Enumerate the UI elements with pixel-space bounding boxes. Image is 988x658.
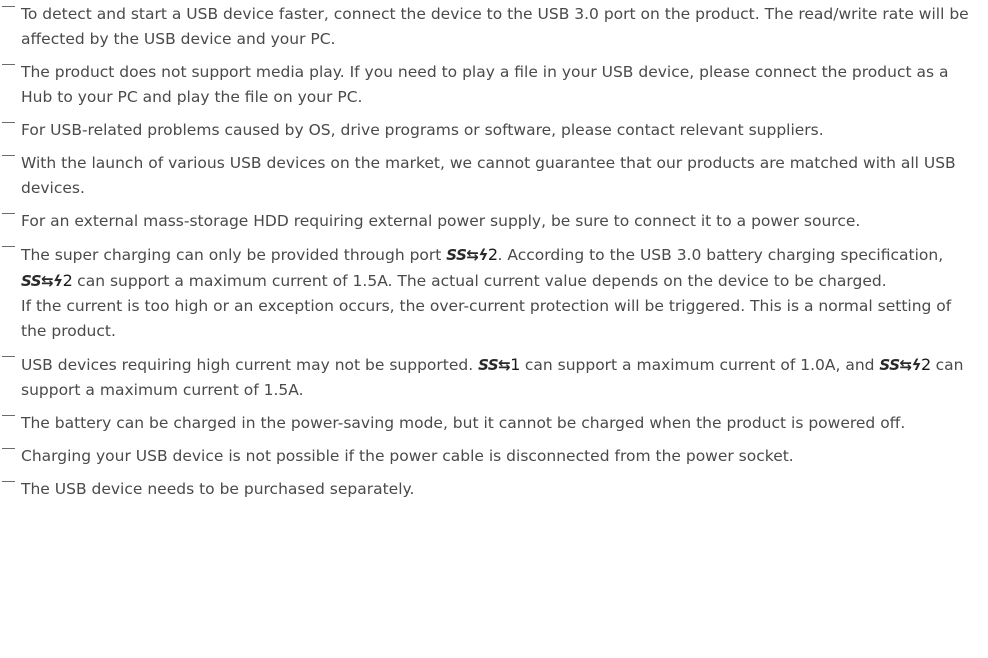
note-dash-icon	[2, 356, 15, 357]
usb-charging-port-2-icon: SS⇆ϟ2	[879, 355, 931, 374]
note-text: Charging your USB device is not possible…	[21, 447, 794, 465]
note-dash-icon	[2, 246, 15, 247]
note-compatibility: With the launch of various USB devices o…	[0, 151, 988, 201]
note-usb3-port: To detect and start a USB device faster,…	[0, 2, 988, 52]
note-dash-icon	[2, 415, 15, 416]
note-text: . According to the USB 3.0 battery charg…	[497, 246, 944, 264]
usb-charging-port-2-icon: SS⇆ϟ2	[446, 245, 498, 264]
note-power-saving: The battery can be charged in the power-…	[0, 411, 988, 436]
note-text: The USB device needs to be purchased sep…	[21, 480, 415, 498]
note-text: For USB-related problems caused by OS, d…	[21, 121, 824, 139]
note-text: can support a maximum current of 1.0A, a…	[519, 356, 880, 374]
usb-notes-list: To detect and start a USB device faster,…	[0, 0, 988, 502]
note-dash-icon	[2, 448, 15, 449]
note-external-hdd: For an external mass-storage HDD requiri…	[0, 209, 988, 234]
note-dash-icon	[2, 155, 15, 156]
note-dash-icon	[2, 481, 15, 482]
note-text: USB devices requiring high current may n…	[21, 356, 479, 374]
note-text: The battery can be charged in the power-…	[21, 414, 906, 432]
usb-charging-port-2-icon: SS⇆ϟ2	[21, 271, 73, 290]
note-text: If the current is too high or an excepti…	[21, 297, 952, 340]
note-text: For an external mass-storage HDD requiri…	[21, 212, 861, 230]
note-dash-icon	[2, 122, 15, 123]
note-media-play: The product does not support media play.…	[0, 60, 988, 110]
note-high-current: USB devices requiring high current may n…	[0, 352, 988, 403]
note-paragraph: USB devices requiring high current may n…	[21, 352, 980, 403]
note-text: The super charging can only be provided …	[21, 246, 447, 264]
note-os-problems: For USB-related problems caused by OS, d…	[0, 118, 988, 143]
note-dash-icon	[2, 213, 15, 214]
note-text: can support a maximum current of 1.5A. T…	[72, 272, 887, 290]
note-dash-icon	[2, 64, 15, 65]
note-text: The product does not support media play.…	[21, 63, 949, 106]
note-power-cable: Charging your USB device is not possible…	[0, 444, 988, 469]
note-paragraph: The super charging can only be provided …	[21, 242, 980, 294]
note-text: To detect and start a USB device faster,…	[21, 5, 969, 48]
note-dash-icon	[2, 6, 15, 7]
note-text: With the launch of various USB devices o…	[21, 154, 956, 197]
note-super-charging: The super charging can only be provided …	[0, 242, 988, 344]
note-purchase: The USB device needs to be purchased sep…	[0, 477, 988, 502]
usb-port-1-icon: SS⇆1	[478, 355, 520, 374]
